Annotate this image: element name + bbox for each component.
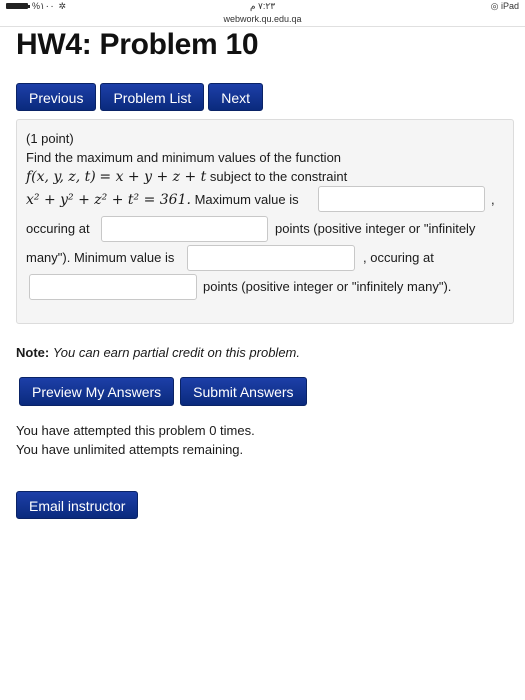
problem-nav: Previous Problem List Next <box>16 83 264 111</box>
next-button[interactable]: Next <box>208 83 264 111</box>
constraint-line: x² + y² + z² + t² = 361. Maximum value i… <box>26 192 299 208</box>
subject-to-text: subject to the constraint <box>209 169 348 184</box>
max-value-input[interactable] <box>318 186 485 212</box>
status-bar: %١٠٠ ✲ ٧:٢٣ م ◎ iPad <box>0 0 525 12</box>
partial-credit-note: Note: You can earn partial credit on thi… <box>16 345 300 360</box>
page-title: HW4: Problem 10 <box>16 28 259 61</box>
problem-intro: Find the maximum and minimum values of t… <box>26 150 342 165</box>
previous-button[interactable]: Previous <box>16 83 97 111</box>
attempts-remaining: You have unlimited attempts remaining. <box>16 442 244 457</box>
function-lhs: f(x, y, z, t) <box>26 169 96 185</box>
device-label: iPad <box>500 1 519 11</box>
min-points-input[interactable] <box>29 274 197 300</box>
occurring-at-label-2: , occuring at <box>363 250 434 265</box>
preview-answers-button[interactable]: Preview My Answers <box>19 377 175 406</box>
submit-answers-button[interactable]: Submit Answers <box>180 377 307 406</box>
attempts-count: You have attempted this problem 0 times. <box>16 423 255 438</box>
problem-box: (1 point) Find the maximum and minimum v… <box>16 119 514 324</box>
constraint: x² + y² + z² + t² = 361. <box>26 192 191 208</box>
problem-list-button[interactable]: Problem List <box>100 83 205 111</box>
min-value-input[interactable] <box>187 245 355 271</box>
max-points-input[interactable] <box>101 216 268 242</box>
note-label: Note: <box>16 345 50 360</box>
address-bar[interactable]: webwork.qu.edu.qa <box>0 12 525 27</box>
attempts-info: You have attempted this problem 0 times.… <box>16 421 255 459</box>
min-label: many"). Minimum value is <box>26 250 175 265</box>
status-right: ◎ iPad <box>491 0 519 12</box>
points-hint-1: points (positive integer or "infinitely <box>275 221 476 236</box>
status-time: ٧:٢٣ م <box>249 1 276 11</box>
answer-actions: Preview My Answers Submit Answers <box>19 377 307 406</box>
occurring-at-label-1: occuring at <box>26 221 90 236</box>
comma-text: , <box>491 192 495 207</box>
email-instructor-button[interactable]: Email instructor <box>16 491 139 519</box>
function-line: f(x, y, z, t) = x + y + z + t subject to… <box>26 169 348 185</box>
function-rhs: x + y + z + t <box>115 169 207 185</box>
max-label: Maximum value is <box>194 192 299 207</box>
problem-points: (1 point) <box>26 131 74 146</box>
points-hint-2: points (positive integer or "infinitely … <box>203 279 452 294</box>
lock-rotation-icon: ◎ <box>490 1 499 11</box>
note-text: You can earn partial credit on this prob… <box>52 345 300 360</box>
